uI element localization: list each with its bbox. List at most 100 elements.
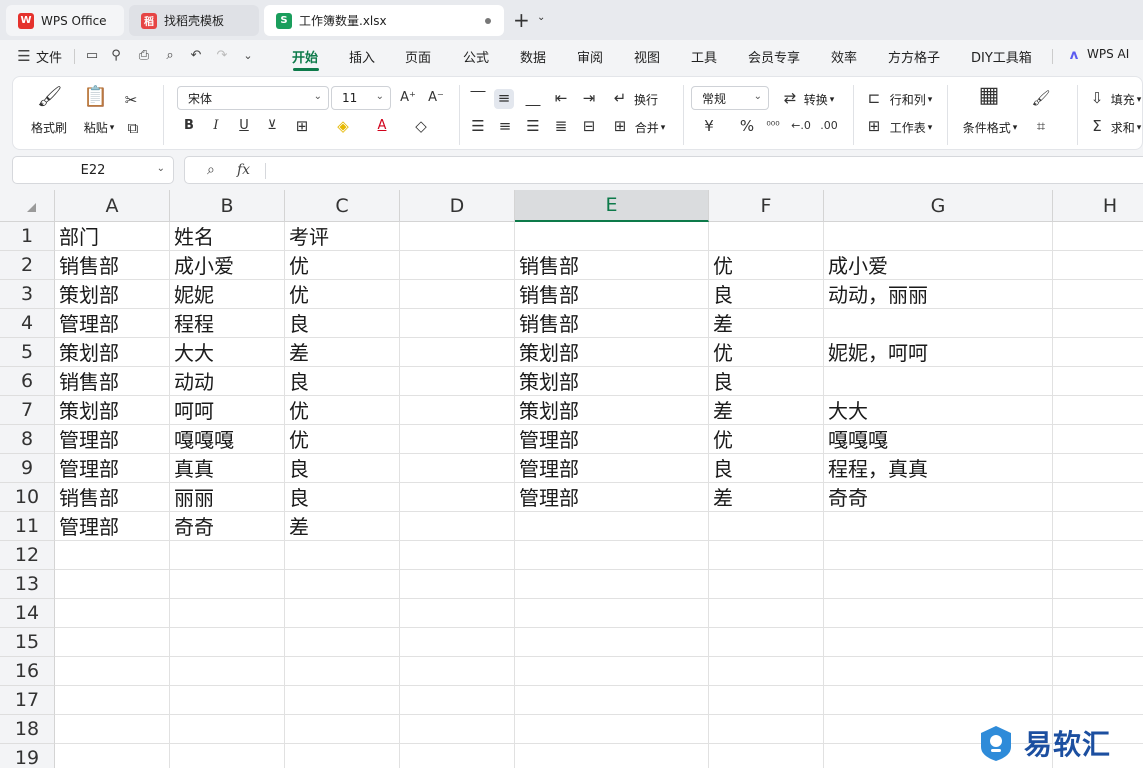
font-color-icon[interactable]: A bbox=[372, 117, 392, 137]
fill-color-icon[interactable]: ◈ bbox=[333, 117, 353, 137]
row-header-2[interactable]: 2 bbox=[0, 251, 55, 280]
row-header-7[interactable]: 7 bbox=[0, 396, 55, 425]
decrease-decimal-icon[interactable]: .00 bbox=[819, 117, 839, 137]
cell-c2[interactable]: 优 bbox=[285, 251, 399, 279]
italic-icon[interactable]: I bbox=[206, 117, 226, 137]
row-header-15[interactable]: 15 bbox=[0, 628, 55, 657]
cell-b11[interactable]: 奇奇 bbox=[170, 512, 284, 540]
spreadsheet-grid[interactable]: A B C D E F G H 1 2 3 4 5 6 7 8 9 10 11 12 13 14 15 16 17 18 19 部门销… bbox=[0, 190, 1143, 768]
column-header-d[interactable]: D bbox=[400, 190, 515, 222]
row-header-9[interactable]: 9 bbox=[0, 454, 55, 483]
align-center-icon[interactable]: ≡ bbox=[495, 117, 515, 137]
tab-workbook[interactable]: S 工作簿数量.xlsx bbox=[264, 5, 504, 36]
row-header-12[interactable]: 12 bbox=[0, 541, 55, 570]
cell-f8[interactable]: 优 bbox=[709, 425, 823, 453]
cell-f9[interactable]: 良 bbox=[709, 454, 823, 482]
menu-file[interactable]: 文件 bbox=[36, 47, 62, 66]
worksheet-button[interactable]: 工作表 ▾ bbox=[885, 119, 937, 136]
cell-g9[interactable]: 程程，真真 bbox=[824, 454, 1052, 482]
chevron-down-icon[interactable]: ⌄ bbox=[240, 48, 256, 64]
row-header-6[interactable]: 6 bbox=[0, 367, 55, 396]
cell-g10[interactable]: 奇奇 bbox=[824, 483, 1052, 511]
align-right-icon[interactable]: ☰ bbox=[523, 117, 543, 137]
cell-c9[interactable]: 良 bbox=[285, 454, 399, 482]
cell-g8[interactable]: 嘎嘎嘎 bbox=[824, 425, 1052, 453]
cell-style-icon[interactable]: 🖌 bbox=[1031, 89, 1051, 109]
align-left-icon[interactable]: ☰ bbox=[468, 117, 488, 137]
menu-page[interactable]: 页面 bbox=[405, 47, 431, 66]
menu-ffgz[interactable]: 方方格子 bbox=[888, 47, 940, 66]
cell-b1[interactable]: 姓名 bbox=[170, 222, 284, 250]
row-header-19[interactable]: 19 bbox=[0, 744, 55, 768]
paste-icon[interactable]: 📋 bbox=[83, 86, 108, 111]
cell-b7[interactable]: 呵呵 bbox=[170, 396, 284, 424]
cell-a7[interactable]: 策划部 bbox=[55, 396, 169, 424]
row-header-14[interactable]: 14 bbox=[0, 599, 55, 628]
row-header-4[interactable]: 4 bbox=[0, 309, 55, 338]
cell-c1[interactable]: 考评 bbox=[285, 222, 399, 250]
menu-view[interactable]: 视图 bbox=[634, 47, 660, 66]
cell-b10[interactable]: 丽丽 bbox=[170, 483, 284, 511]
cell-g7[interactable]: 大大 bbox=[824, 396, 1052, 424]
function-icon[interactable]: fx bbox=[237, 162, 250, 178]
menu-member[interactable]: 会员专享 bbox=[748, 47, 800, 66]
underline-icon[interactable]: U bbox=[234, 117, 254, 137]
formula-input[interactable] bbox=[275, 160, 1135, 180]
menu-insert[interactable]: 插入 bbox=[349, 47, 375, 66]
print-icon[interactable]: ⎙ bbox=[136, 48, 152, 64]
tab-docer-templates[interactable]: 稻 找稻壳模板 bbox=[129, 5, 259, 36]
cell-f6[interactable]: 良 bbox=[709, 367, 823, 395]
increase-decimal-icon[interactable]: ←.0 bbox=[791, 117, 811, 137]
fill-icon[interactable]: ⇩ bbox=[1087, 89, 1107, 109]
menu-review[interactable]: 审阅 bbox=[577, 47, 603, 66]
undo-icon[interactable]: ↶ bbox=[188, 48, 204, 64]
row-header-3[interactable]: 3 bbox=[0, 280, 55, 309]
select-all-corner[interactable] bbox=[0, 190, 55, 222]
unsaved-dot-icon[interactable] bbox=[485, 18, 491, 24]
cell-e4[interactable]: 销售部 bbox=[515, 309, 708, 337]
worksheet-icon[interactable]: ⊞ bbox=[864, 117, 884, 137]
thousands-icon[interactable]: ⁰⁰⁰ bbox=[763, 117, 783, 137]
font-size-select[interactable]: 11 ⌄ bbox=[331, 86, 391, 110]
decrease-indent-icon[interactable]: ⇤ bbox=[551, 89, 571, 109]
fill-button[interactable]: 填充 ▾ bbox=[1107, 91, 1143, 108]
column-header-f[interactable]: F bbox=[709, 190, 824, 222]
strikethrough-icon[interactable]: ⊻ bbox=[262, 117, 282, 137]
tab-wps-office[interactable]: W WPS Office bbox=[6, 5, 124, 36]
save-icon[interactable]: ▭ bbox=[84, 48, 100, 64]
convert-button[interactable]: 转换 ▾ bbox=[799, 91, 839, 108]
align-top-icon[interactable]: ⎺ bbox=[468, 89, 488, 109]
column-header-h[interactable]: H bbox=[1053, 190, 1143, 222]
cell-e7[interactable]: 策划部 bbox=[515, 396, 708, 424]
cell-e2[interactable]: 销售部 bbox=[515, 251, 708, 279]
cell-f4[interactable]: 差 bbox=[709, 309, 823, 337]
row-header-13[interactable]: 13 bbox=[0, 570, 55, 599]
cell-b8[interactable]: 嘎嘎嘎 bbox=[170, 425, 284, 453]
cell-c10[interactable]: 良 bbox=[285, 483, 399, 511]
copy-icon[interactable]: ⧉ bbox=[123, 119, 143, 139]
new-tab-plus-icon[interactable]: + bbox=[513, 9, 530, 31]
row-column-button[interactable]: 行和列 ▾ bbox=[885, 91, 937, 108]
cell-g3[interactable]: 动动，丽丽 bbox=[824, 280, 1052, 308]
cell-a6[interactable]: 销售部 bbox=[55, 367, 169, 395]
cell-f10[interactable]: 差 bbox=[709, 483, 823, 511]
conditional-format-icon[interactable]: ▦ bbox=[977, 85, 1001, 111]
row-header-16[interactable]: 16 bbox=[0, 657, 55, 686]
column-header-b[interactable]: B bbox=[170, 190, 285, 222]
wrap-text-icon[interactable]: ↵ bbox=[610, 89, 630, 109]
cell-a10[interactable]: 销售部 bbox=[55, 483, 169, 511]
cell-border-icon[interactable]: ⌗ bbox=[1031, 117, 1051, 137]
sum-icon[interactable]: Σ bbox=[1087, 117, 1107, 137]
cell-b6[interactable]: 动动 bbox=[170, 367, 284, 395]
justify-icon[interactable]: ≣ bbox=[551, 117, 571, 137]
cell-e8[interactable]: 管理部 bbox=[515, 425, 708, 453]
menu-tools[interactable]: 工具 bbox=[691, 47, 717, 66]
column-header-e[interactable]: E bbox=[515, 190, 709, 222]
menu-formula[interactable]: 公式 bbox=[463, 47, 489, 66]
cut-icon[interactable]: ✂ bbox=[121, 91, 141, 111]
increase-indent-icon[interactable]: ⇥ bbox=[579, 89, 599, 109]
cell-e3[interactable]: 销售部 bbox=[515, 280, 708, 308]
currency-icon[interactable]: ¥ bbox=[699, 117, 719, 137]
row-header-10[interactable]: 10 bbox=[0, 483, 55, 512]
increase-font-icon[interactable]: A⁺ bbox=[398, 89, 418, 109]
